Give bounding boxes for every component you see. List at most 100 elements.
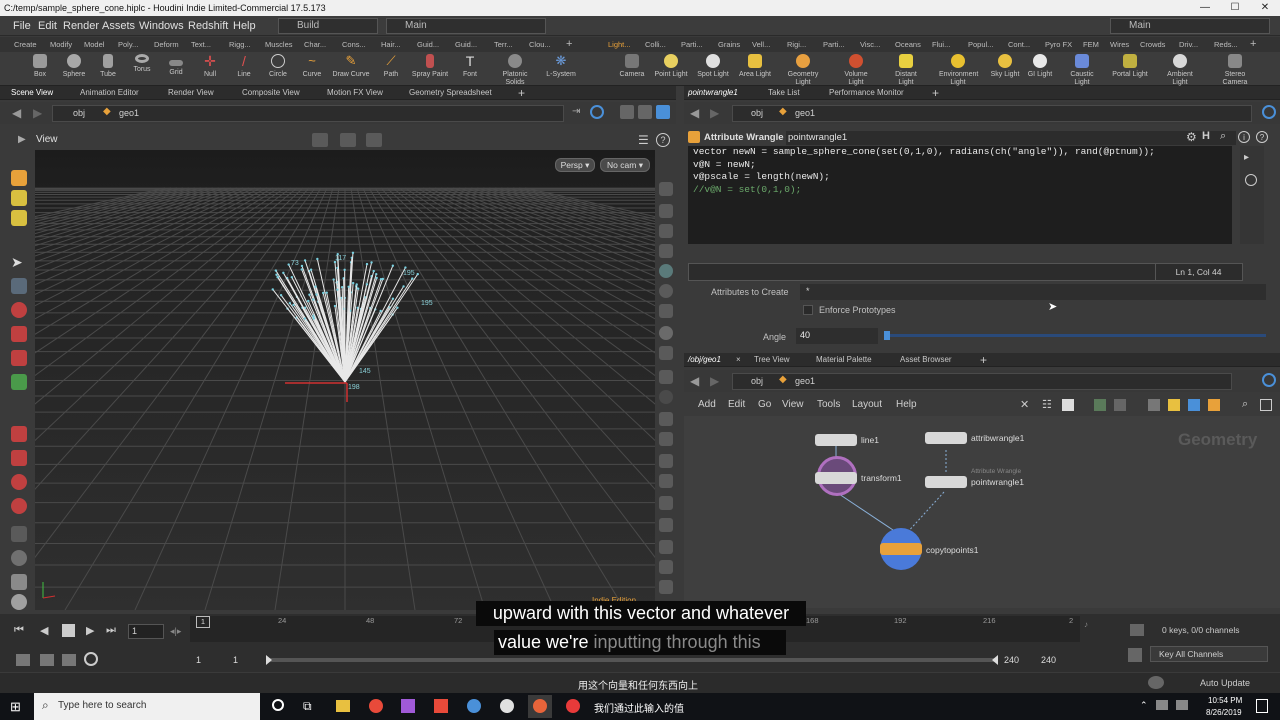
camera-tool-icon[interactable] xyxy=(11,550,27,566)
angle-field[interactable]: 40 xyxy=(796,328,878,344)
tool-geometry-light[interactable]: Geometry Light xyxy=(784,54,822,87)
handle-icon[interactable] xyxy=(312,133,328,147)
forward-arrow-icon[interactable]: ▶ xyxy=(710,374,719,388)
move-tool-icon[interactable] xyxy=(11,302,27,318)
path-geo[interactable]: geo1 xyxy=(795,108,815,118)
last-frame-icon[interactable]: ⏭ xyxy=(106,624,116,637)
vex-code-editor[interactable]: vector newN = sample_sphere_cone(set(0,1… xyxy=(688,146,1232,244)
tool-line[interactable]: / Line xyxy=(225,54,263,79)
search-icon[interactable]: ⌕ xyxy=(1242,398,1248,411)
menu-help[interactable]: Help xyxy=(896,399,917,410)
menu-layout[interactable]: Layout xyxy=(852,399,882,410)
shelf-tab[interactable]: Vell... xyxy=(752,37,770,52)
tab-animation-editor[interactable]: Animation Editor xyxy=(80,86,139,100)
vector-icon[interactable] xyxy=(659,412,673,426)
display-icon[interactable] xyxy=(659,182,673,196)
tab-asset-browser[interactable]: Asset Browser xyxy=(900,353,952,367)
paint-icon[interactable] xyxy=(11,190,27,206)
points-icon[interactable] xyxy=(659,346,673,360)
shelf-tab[interactable]: Pyro FX xyxy=(1045,37,1072,52)
pin-icon[interactable]: ⇥ xyxy=(572,106,580,117)
tool-circle[interactable]: Circle xyxy=(259,54,297,79)
path-obj[interactable]: obj xyxy=(751,376,763,386)
cycle-icon[interactable] xyxy=(84,652,98,666)
task-view-icon[interactable]: ⧉ xyxy=(303,699,312,714)
background-icon[interactable] xyxy=(659,244,673,258)
tab-geometry-spreadsheet[interactable]: Geometry Spreadsheet xyxy=(409,86,492,100)
build-dropdown[interactable]: Build xyxy=(278,18,378,34)
node-pointwrangle1[interactable] xyxy=(925,476,967,488)
point-display-icon[interactable] xyxy=(659,390,673,404)
magnet-4-icon[interactable] xyxy=(11,498,27,514)
search-icon[interactable]: ⌕ xyxy=(1220,130,1226,143)
shelf-tab[interactable]: Terr... xyxy=(494,37,513,52)
shelf-tab[interactable]: Modify xyxy=(50,37,72,52)
shelf-tab[interactable]: Rigg... xyxy=(229,37,251,52)
tool-spray-paint[interactable]: Spray Paint xyxy=(411,54,449,79)
grid-display-icon[interactable] xyxy=(659,518,673,532)
tree-icon[interactable]: ☷ xyxy=(1042,398,1052,411)
tool-path[interactable]: ⟋ Path xyxy=(372,54,410,79)
select-icon[interactable] xyxy=(340,133,356,147)
add-tab-icon[interactable]: + xyxy=(932,86,939,100)
guide-icon[interactable] xyxy=(659,540,673,554)
loop-icon[interactable] xyxy=(62,654,76,666)
note-icon[interactable] xyxy=(1168,399,1180,411)
key-all-channels-dropdown[interactable]: Key All Channels xyxy=(1150,646,1268,662)
tab-tree-view[interactable]: Tree View xyxy=(754,353,790,367)
range-start-2[interactable]: 1 xyxy=(233,655,238,665)
tool-sky-light[interactable]: Sky Light xyxy=(986,54,1024,79)
hand-display-icon[interactable] xyxy=(659,496,673,510)
app-icon[interactable] xyxy=(401,699,415,713)
viewport-layout-icon[interactable] xyxy=(638,105,652,119)
hand-icon[interactable] xyxy=(11,574,27,590)
tab-scene-view[interactable]: Scene View xyxy=(11,86,53,100)
shelf-tab[interactable]: Visc... xyxy=(860,37,880,52)
menu-windows[interactable]: Windows xyxy=(139,16,184,36)
viewport-3d[interactable]: 73 117 195 195 145 198 Persp ▾ No cam ▾ … xyxy=(35,150,655,610)
back-arrow-icon[interactable]: ◀ xyxy=(690,106,699,120)
path-obj[interactable]: obj xyxy=(751,108,763,118)
link-icon[interactable] xyxy=(590,105,604,119)
range-slider[interactable] xyxy=(266,655,998,665)
node-name-field[interactable]: pointwrangle1 xyxy=(786,131,1236,145)
menu-file[interactable]: File xyxy=(13,16,31,36)
snapping-icon[interactable] xyxy=(656,105,670,119)
desktop-dropdown-right[interactable]: Main xyxy=(1110,18,1270,34)
app-icon[interactable] xyxy=(434,699,448,713)
tool-area-light[interactable]: Area Light xyxy=(736,54,774,79)
tool-sphere[interactable]: Sphere xyxy=(55,54,93,79)
link-icon[interactable] xyxy=(1262,105,1276,119)
stop-icon[interactable] xyxy=(62,624,75,637)
shelf-tab[interactable]: Muscles xyxy=(265,37,293,52)
realtime-icon[interactable] xyxy=(16,654,30,666)
gear-icon[interactable]: ⚙ xyxy=(1186,130,1197,144)
tool-torus[interactable]: Torus xyxy=(123,54,161,74)
normals-icon[interactable] xyxy=(659,370,673,384)
tab-composite-view[interactable]: Composite View xyxy=(242,86,300,100)
shelf-tab[interactable]: Parti... xyxy=(681,37,703,52)
shelf-tab[interactable]: Poly... xyxy=(118,37,138,52)
tool-point-light[interactable]: Point Light xyxy=(652,54,690,79)
tool-null[interactable]: ✛ Null xyxy=(191,54,229,79)
shelf-tab[interactable]: Text... xyxy=(191,37,211,52)
shelf-tab[interactable]: Grains xyxy=(718,37,740,52)
grid-view-icon[interactable] xyxy=(1114,399,1126,411)
shelf-tab[interactable]: Guid... xyxy=(417,37,439,52)
tool-platonic-solids[interactable]: Platonic Solids xyxy=(496,54,534,87)
viewer-options-icon[interactable]: ☰ xyxy=(638,133,649,147)
edge-icon[interactable] xyxy=(659,454,673,468)
tab-material-palette[interactable]: Material Palette xyxy=(816,353,872,367)
menu-tools[interactable]: Tools xyxy=(817,399,840,410)
shelf-tab[interactable]: Crowds xyxy=(1140,37,1165,52)
path-obj[interactable]: obj xyxy=(73,108,85,118)
node-copytopoints1[interactable] xyxy=(880,543,922,555)
menu-help[interactable]: Help xyxy=(233,16,256,36)
shelf-tab[interactable]: Wires xyxy=(1110,37,1129,52)
magnet-3-icon[interactable] xyxy=(11,474,27,490)
tool-spot-light[interactable]: Spot Light xyxy=(694,54,732,79)
menu-go[interactable]: Go xyxy=(758,399,771,410)
path-geo[interactable]: geo1 xyxy=(119,108,139,118)
snap-display-icon[interactable] xyxy=(659,560,673,574)
node-attribwrangle1[interactable] xyxy=(925,432,967,444)
